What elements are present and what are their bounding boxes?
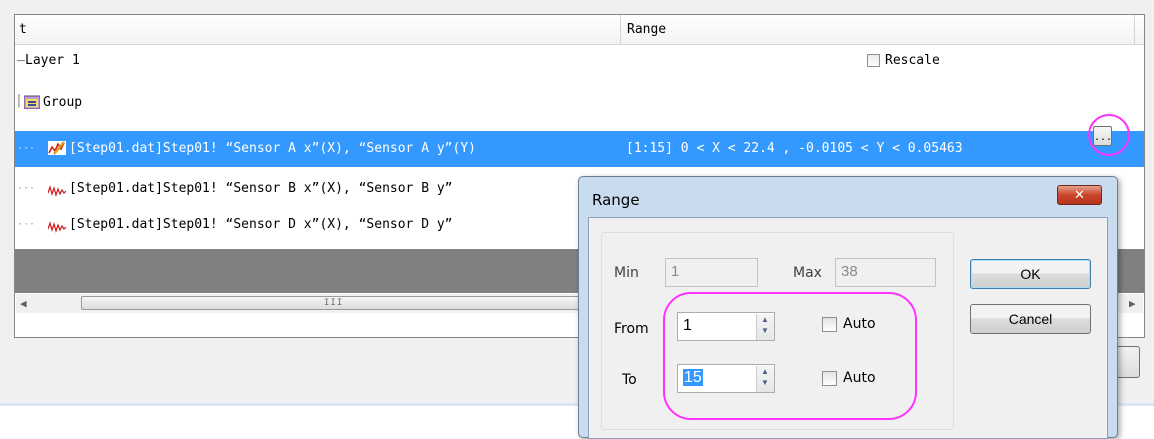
min-label: Min [614, 265, 639, 281]
plot-row-label: [Step01.dat]Step01! “Sensor A x”(X), “Se… [69, 141, 476, 156]
tree-row-plot-selected[interactable]: ··· [Step01.dat]Step01! “Sensor A x”(X),… [15, 131, 1144, 167]
max-field: 38 [835, 258, 936, 287]
column-header-range[interactable]: Range [627, 22, 666, 37]
from-label: From [614, 321, 649, 337]
max-label: Max [793, 265, 822, 281]
tree-row-layer[interactable]: _ Layer 1 Rescale [15, 45, 1144, 77]
plot-row-label: [Step01.dat]Step01! “Sensor B x”(X), “Se… [69, 181, 453, 196]
range-dialog: Range ✕ Min 1 Max 38 From 1 ▲ ▼ Auto To … [578, 176, 1118, 439]
plot-range-value: [1:15] 0 < X < 22.4 , -0.0105 < Y < 0.05… [626, 141, 963, 156]
tree-connector: ··· [17, 143, 36, 154]
close-icon[interactable]: ✕ [1057, 185, 1102, 205]
group-label: Group [43, 95, 83, 110]
tree-header: t Range [15, 15, 1144, 45]
highlight-annotation [1088, 114, 1130, 156]
tree-connector: ··· [17, 219, 36, 230]
tree-expander[interactable]: _ [17, 47, 25, 62]
tree-line: | [15, 93, 23, 108]
plot-edit-icon [48, 141, 66, 155]
group-folder-icon [24, 95, 40, 109]
tree-row-group[interactable]: | Group [15, 87, 1144, 119]
plot-row-label: [Step01.dat]Step01! “Sensor D x”(X), “Se… [69, 217, 453, 232]
min-field: 1 [665, 258, 758, 287]
layer-label: Layer 1 [25, 53, 80, 68]
dialog-client: Min 1 Max 38 From 1 ▲ ▼ Auto To 15 ▲ ▼ A… [588, 217, 1108, 439]
rescale-label: Rescale [885, 53, 940, 68]
scroll-left-icon[interactable]: ◀ [20, 297, 27, 310]
dialog-title: Range [592, 191, 640, 209]
ok-button[interactable]: OK [970, 259, 1091, 289]
cancel-button[interactable]: Cancel [970, 304, 1091, 334]
scrollbar-thumb[interactable]: III [81, 296, 591, 310]
rescale-checkbox[interactable] [867, 54, 880, 67]
scroll-right-icon[interactable]: ▶ [1129, 297, 1136, 310]
scroll-grip-icon: III [324, 298, 344, 308]
column-header-plot[interactable]: t [19, 22, 27, 37]
column-separator[interactable] [620, 15, 621, 44]
line-plot-icon [48, 184, 66, 197]
highlight-annotation [663, 292, 917, 420]
line-plot-icon [48, 220, 66, 233]
to-label: To [622, 372, 637, 388]
column-separator-end [1134, 15, 1135, 44]
tree-connector: ··· [17, 183, 36, 194]
